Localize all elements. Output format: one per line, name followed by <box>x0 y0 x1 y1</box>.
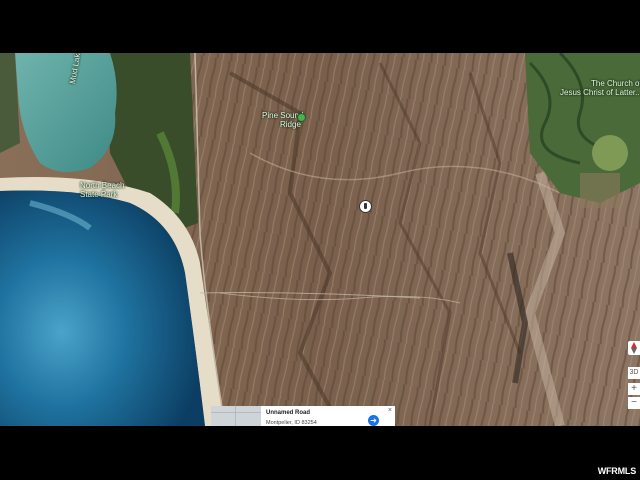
zoom-in-button[interactable]: + <box>628 383 640 395</box>
street-view-thumbnail[interactable] <box>211 406 261 426</box>
state-park-label[interactable]: State Park <box>80 190 117 199</box>
watermark-logo: WFRMLS <box>597 466 636 476</box>
3d-toggle-button[interactable]: 3D <box>628 367 640 379</box>
church-label-line2[interactable]: Jesus Christ of Latter... <box>560 88 640 97</box>
zoom-out-button[interactable]: − <box>628 397 640 409</box>
directions-icon[interactable]: ➜ <box>368 415 379 426</box>
north-beach-label[interactable]: North Beach <box>80 181 124 190</box>
place-address: Montpelier, ID 83254 <box>266 420 317 426</box>
ridge-label[interactable]: Ridge <box>280 120 301 129</box>
place-title: Unnamed Road <box>266 410 311 416</box>
church-label-line1[interactable]: The Church of <box>591 79 640 88</box>
pine-sound-pin-icon[interactable] <box>297 113 306 122</box>
satellite-map[interactable]: Mud Lake North Beach State Park Pine Sou… <box>0 53 640 426</box>
map-imagery <box>0 53 640 426</box>
close-icon[interactable]: × <box>388 407 392 414</box>
place-info-card[interactable]: Unnamed Road Montpelier, ID 83254 × ➜ <box>211 406 395 426</box>
location-marker-icon[interactable] <box>359 200 372 213</box>
compass-icon[interactable] <box>628 341 640 355</box>
